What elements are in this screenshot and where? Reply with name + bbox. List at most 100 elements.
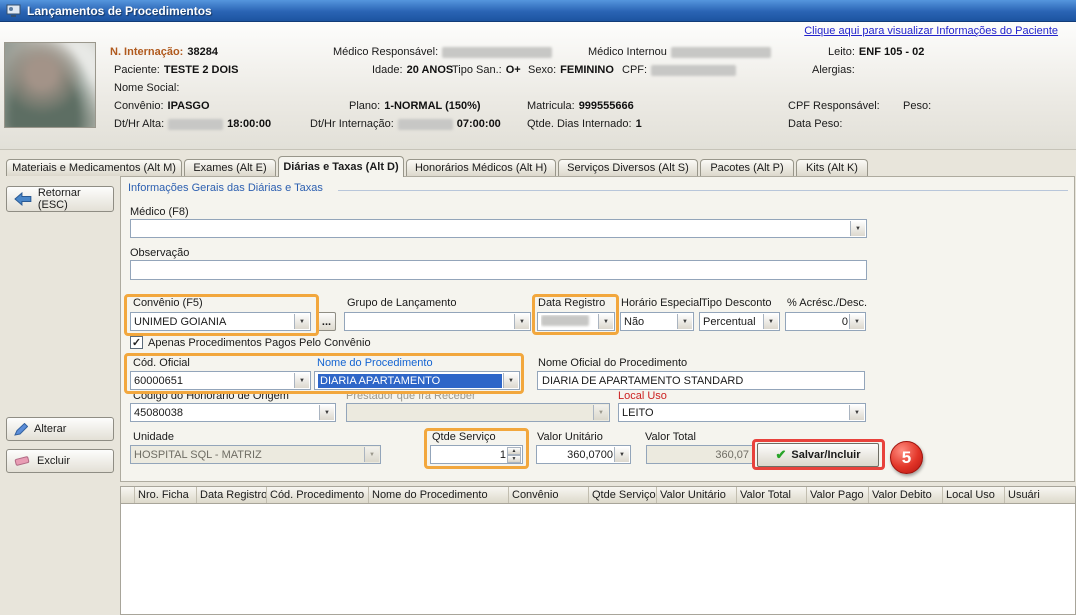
data-registro-combo[interactable]	[537, 312, 615, 331]
eraser-icon	[14, 455, 31, 467]
grid-col-data-registro[interactable]: Data Registro	[197, 487, 267, 503]
field-matricula: Matricula: 999555666	[527, 100, 634, 112]
medico-combo[interactable]	[130, 219, 867, 238]
redacted-value	[398, 119, 453, 130]
tab-exames[interactable]: Exames (Alt E)	[184, 159, 276, 176]
cod-honorario-label: Código do Honorário de Origem	[133, 390, 289, 402]
convenio-browse-button[interactable]: ...	[317, 312, 336, 331]
unidade-label: Unidade	[133, 431, 174, 443]
field-idade: Idade: 20 ANOS	[372, 64, 453, 76]
grid-col-usuario[interactable]: Usuári	[1005, 487, 1075, 503]
field-plano: Plano: 1-NORMAL (150%)	[349, 100, 481, 112]
apenas-procedimentos-checkbox[interactable]	[130, 336, 143, 349]
prestador-label: Prestador que Irá Receber	[346, 390, 476, 402]
back-arrow-icon	[14, 192, 32, 206]
chevron-down-icon	[364, 447, 379, 462]
grid-col-nro-ficha[interactable]: Nro. Ficha	[135, 487, 197, 503]
grid-col-valor-total[interactable]: Valor Total	[737, 487, 807, 503]
field-nome-social: Nome Social:	[114, 82, 179, 94]
pencil-icon	[14, 423, 28, 436]
horario-especial-label: Horário Especial	[621, 297, 702, 309]
grid-col-valor-debito[interactable]: Valor Debito	[869, 487, 943, 503]
spinner-arrows-icon[interactable]	[507, 447, 521, 462]
field-medico-responsavel: Médico Responsável:	[333, 46, 552, 58]
tab-pacotes[interactable]: Pacotes (Alt P)	[700, 159, 794, 176]
chevron-down-icon[interactable]	[849, 314, 864, 329]
data-registro-label: Data Registro	[538, 297, 605, 309]
redacted-value	[168, 119, 223, 130]
alterar-button[interactable]: Alterar	[6, 417, 114, 441]
chevron-down-icon[interactable]	[514, 314, 529, 329]
cod-oficial-label: Cód. Oficial	[133, 357, 190, 369]
apenas-procedimentos-label: Apenas Procedimentos Pagos Pelo Convênio	[148, 337, 371, 349]
chevron-down-icon[interactable]	[294, 373, 309, 388]
redacted-value	[442, 47, 552, 58]
valor-unitario-combo[interactable]: 360,0700	[536, 445, 631, 464]
chevron-down-icon[interactable]	[319, 405, 334, 420]
step-badge: 5	[890, 441, 923, 474]
tab-servicos-diversos[interactable]: Serviços Diversos (Alt S)	[558, 159, 698, 176]
tipo-desconto-label: Tipo Desconto	[701, 297, 772, 309]
grid-col-qtde-servico[interactable]: Qtde Serviço	[589, 487, 657, 503]
section-divider	[338, 190, 1068, 191]
nome-oficial-input[interactable]: DIARIA DE APARTAMENTO STANDARD	[537, 371, 865, 390]
tab-materiais-medicamentos[interactable]: Materiais e Medicamentos (Alt M)	[6, 159, 182, 176]
title-bar: Lançamentos de Procedimentos	[0, 0, 1076, 22]
grid-col-nome-procedimento[interactable]: Nome do Procedimento	[369, 487, 509, 503]
horario-especial-combo[interactable]: Não	[620, 312, 694, 331]
local-uso-label: Local Uso	[618, 390, 667, 402]
patient-info-link[interactable]: Clique aqui para visualizar Informações …	[804, 25, 1058, 37]
check-icon	[132, 337, 141, 349]
salvar-incluir-button[interactable]: Salvar/Incluir	[757, 443, 879, 467]
field-qtde-dias: Qtde. Dias Internado: 1	[527, 118, 642, 130]
acresc-desc-combo[interactable]: 0	[785, 312, 866, 331]
grid-col-local-uso[interactable]: Local Uso	[943, 487, 1005, 503]
patient-photo	[4, 42, 96, 128]
cod-oficial-combo[interactable]: 60000651	[130, 371, 311, 390]
chevron-down-icon[interactable]	[849, 405, 864, 420]
field-cpf: CPF:	[622, 64, 736, 76]
grid-col-valor-pago[interactable]: Valor Pago	[807, 487, 869, 503]
acresc-desc-label: % Acrésc./Desc.	[787, 297, 867, 309]
tab-kits[interactable]: Kits (Alt K)	[796, 159, 868, 176]
grid-col-valor-unitario[interactable]: Valor Unitário	[657, 487, 737, 503]
observacao-input[interactable]	[130, 260, 867, 280]
field-sexo: Sexo: FEMININO	[528, 64, 614, 76]
app-window: Lançamentos de Procedimentos Clique aqui…	[0, 0, 1076, 615]
grid-col-convenio[interactable]: Convênio	[509, 487, 589, 503]
results-grid-header: Nro. Ficha Data Registro Cód. Procedimen…	[120, 486, 1076, 504]
chevron-down-icon[interactable]	[763, 314, 778, 329]
medico-label: Médico (F8)	[130, 206, 189, 218]
field-tipo-san: Tipo San.: O+	[452, 64, 521, 76]
field-dthr-alta: Dt/Hr Alta: 18:00:00	[114, 118, 271, 130]
excluir-button[interactable]: Excluir	[6, 449, 114, 473]
nome-procedimento-label: Nome do Procedimento	[317, 357, 433, 369]
tab-honorarios-medicos[interactable]: Honorários Médicos (Alt H)	[406, 159, 556, 176]
unidade-combo: HOSPITAL SQL - MATRIZ	[130, 445, 381, 464]
chevron-down-icon[interactable]	[294, 314, 309, 329]
retornar-button[interactable]: Retornar (ESC)	[6, 186, 114, 212]
grupo-lancamento-combo[interactable]	[344, 312, 531, 331]
valor-unitario-label: Valor Unitário	[537, 431, 603, 443]
grid-col-cod-procedimento[interactable]: Cód. Procedimento	[267, 487, 369, 503]
tipo-desconto-combo[interactable]: Percentual	[699, 312, 780, 331]
valor-total-label: Valor Total	[645, 431, 696, 443]
chevron-down-icon[interactable]	[850, 221, 865, 236]
qtde-servico-stepper[interactable]: 1	[430, 445, 523, 464]
qtde-servico-label: Qtde Serviço	[432, 431, 496, 443]
cod-honorario-combo[interactable]: 45080038	[130, 403, 336, 422]
grupo-lancamento-label: Grupo de Lançamento	[347, 297, 456, 309]
chevron-down-icon[interactable]	[598, 314, 613, 329]
chevron-down-icon[interactable]	[614, 447, 629, 462]
results-grid-body[interactable]	[120, 504, 1076, 615]
nome-procedimento-combo[interactable]: DIARIA APARTAMENTO	[314, 371, 520, 390]
chevron-down-icon	[593, 405, 608, 420]
local-uso-combo[interactable]: LEITO	[618, 403, 866, 422]
app-icon	[6, 4, 21, 18]
convenio-combo[interactable]: UNIMED GOIANIA	[130, 312, 311, 331]
valor-total-field: 360,07	[646, 445, 754, 464]
chevron-down-icon[interactable]	[503, 373, 518, 388]
chevron-down-icon[interactable]	[677, 314, 692, 329]
grid-col-indicator[interactable]	[121, 487, 135, 503]
tab-diarias-taxas[interactable]: Diárias e Taxas (Alt D)	[278, 156, 404, 177]
